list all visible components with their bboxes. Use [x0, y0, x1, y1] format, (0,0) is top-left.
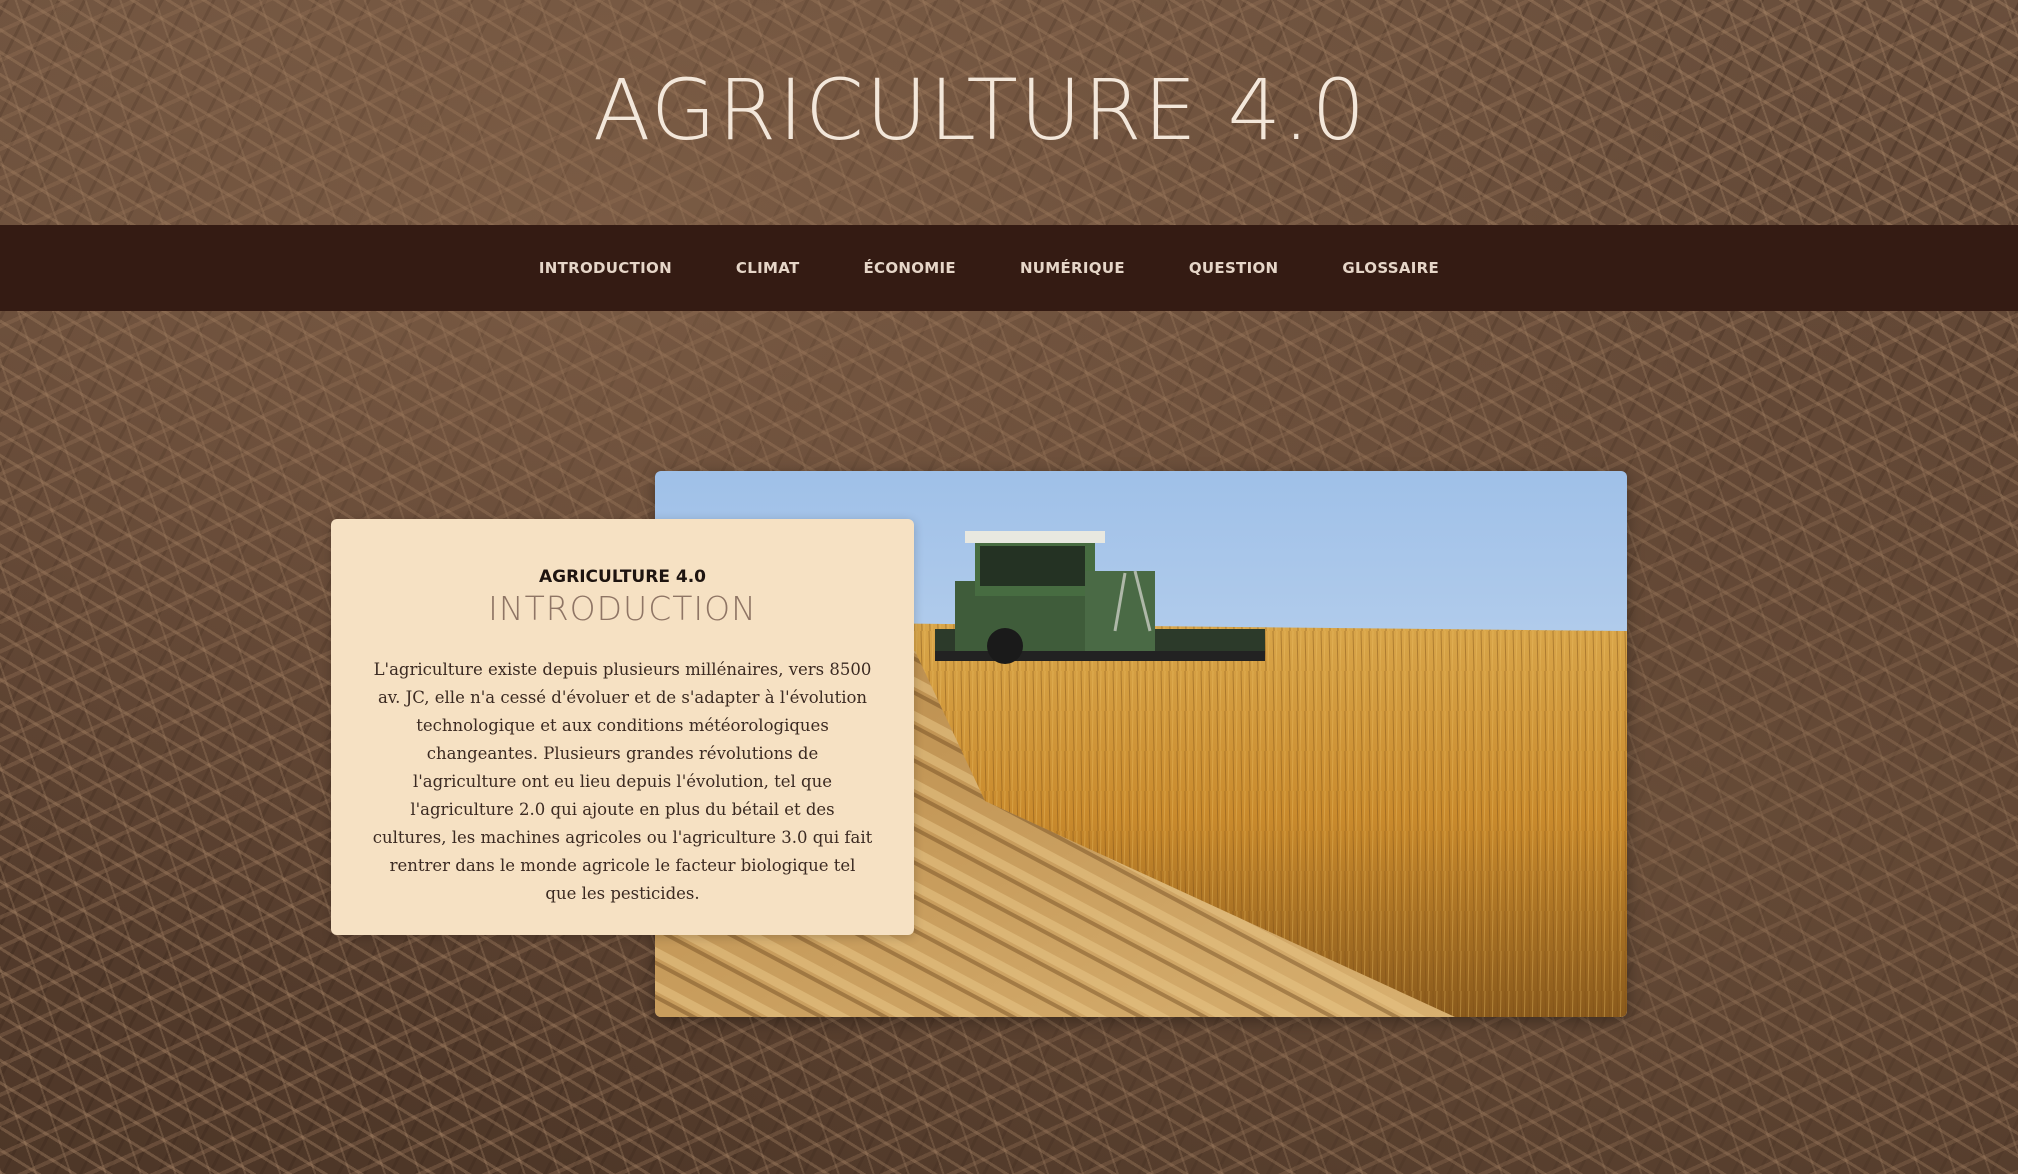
site-title: AGRICULTURE 4.0 — [592, 61, 1368, 159]
nav-item-numerique[interactable]: NUMÉRIQUE — [1020, 259, 1125, 277]
nav-item-introduction[interactable]: INTRODUCTION — [539, 259, 672, 277]
nav-item-glossaire[interactable]: GLOSSAIRE — [1342, 259, 1439, 277]
card-kicker: AGRICULTURE 4.0 — [539, 567, 706, 587]
card-text: L'agriculture existe depuis plusieurs mi… — [372, 660, 873, 903]
nav-item-question[interactable]: QUESTION — [1189, 259, 1279, 277]
card-title: INTRODUCTION — [488, 589, 757, 628]
nav-item-economie[interactable]: ÉCONOMIE — [863, 259, 955, 277]
intro-card: AGRICULTURE 4.0 INTRODUCTION L'agricultu… — [331, 519, 914, 935]
nav-item-climat[interactable]: CLIMAT — [736, 259, 800, 277]
main-navigation: INTRODUCTION CLIMAT ÉCONOMIE NUMÉRIQUE Q… — [0, 225, 2018, 311]
